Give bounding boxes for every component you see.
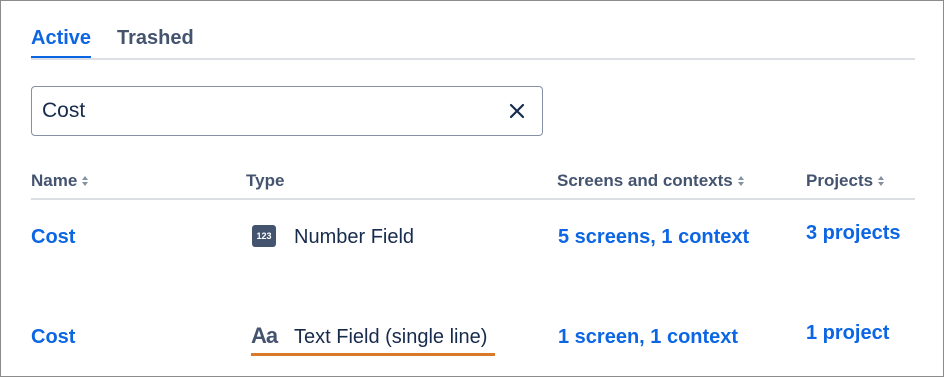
search-box — [31, 86, 543, 136]
number-field-icon: 123 — [252, 225, 276, 247]
field-list-panel: Active Trashed Name Type Screens and con… — [0, 0, 944, 377]
column-header-screens[interactable]: Screens and contexts — [557, 171, 745, 191]
column-header-type: Type — [246, 171, 284, 191]
column-header-projects[interactable]: Projects — [806, 171, 885, 191]
close-icon[interactable] — [506, 100, 528, 122]
screens-link[interactable]: 5 screens, 1 context — [558, 226, 749, 249]
column-header-label: Name — [31, 171, 78, 190]
text-field-icon: Aa — [251, 323, 278, 348]
search-input[interactable] — [42, 95, 482, 127]
column-header-name[interactable]: Name — [31, 171, 89, 191]
tab-bar: Active Trashed — [31, 25, 194, 59]
sort-icon — [737, 176, 744, 186]
projects-link[interactable]: 3 projects — [806, 222, 900, 245]
column-header-label: Screens and contexts — [557, 171, 733, 190]
column-header-label: Type — [246, 171, 285, 190]
tab-trashed[interactable]: Trashed — [117, 25, 194, 59]
tab-active[interactable]: Active — [31, 25, 92, 59]
field-name-link[interactable]: Cost — [31, 326, 75, 349]
screens-link[interactable]: 1 screen, 1 context — [558, 326, 738, 349]
field-type-label: Number Field — [294, 226, 415, 248]
field-type-label: Text Field (single line) — [294, 326, 488, 348]
header-divider — [31, 198, 915, 200]
column-header-label: Projects — [806, 171, 874, 190]
field-name-link[interactable]: Cost — [31, 226, 75, 249]
tabs-divider — [31, 58, 915, 60]
sort-icon — [82, 176, 89, 186]
sort-icon — [878, 176, 885, 186]
highlight-underline — [251, 353, 495, 356]
projects-link[interactable]: 1 project — [806, 322, 889, 345]
